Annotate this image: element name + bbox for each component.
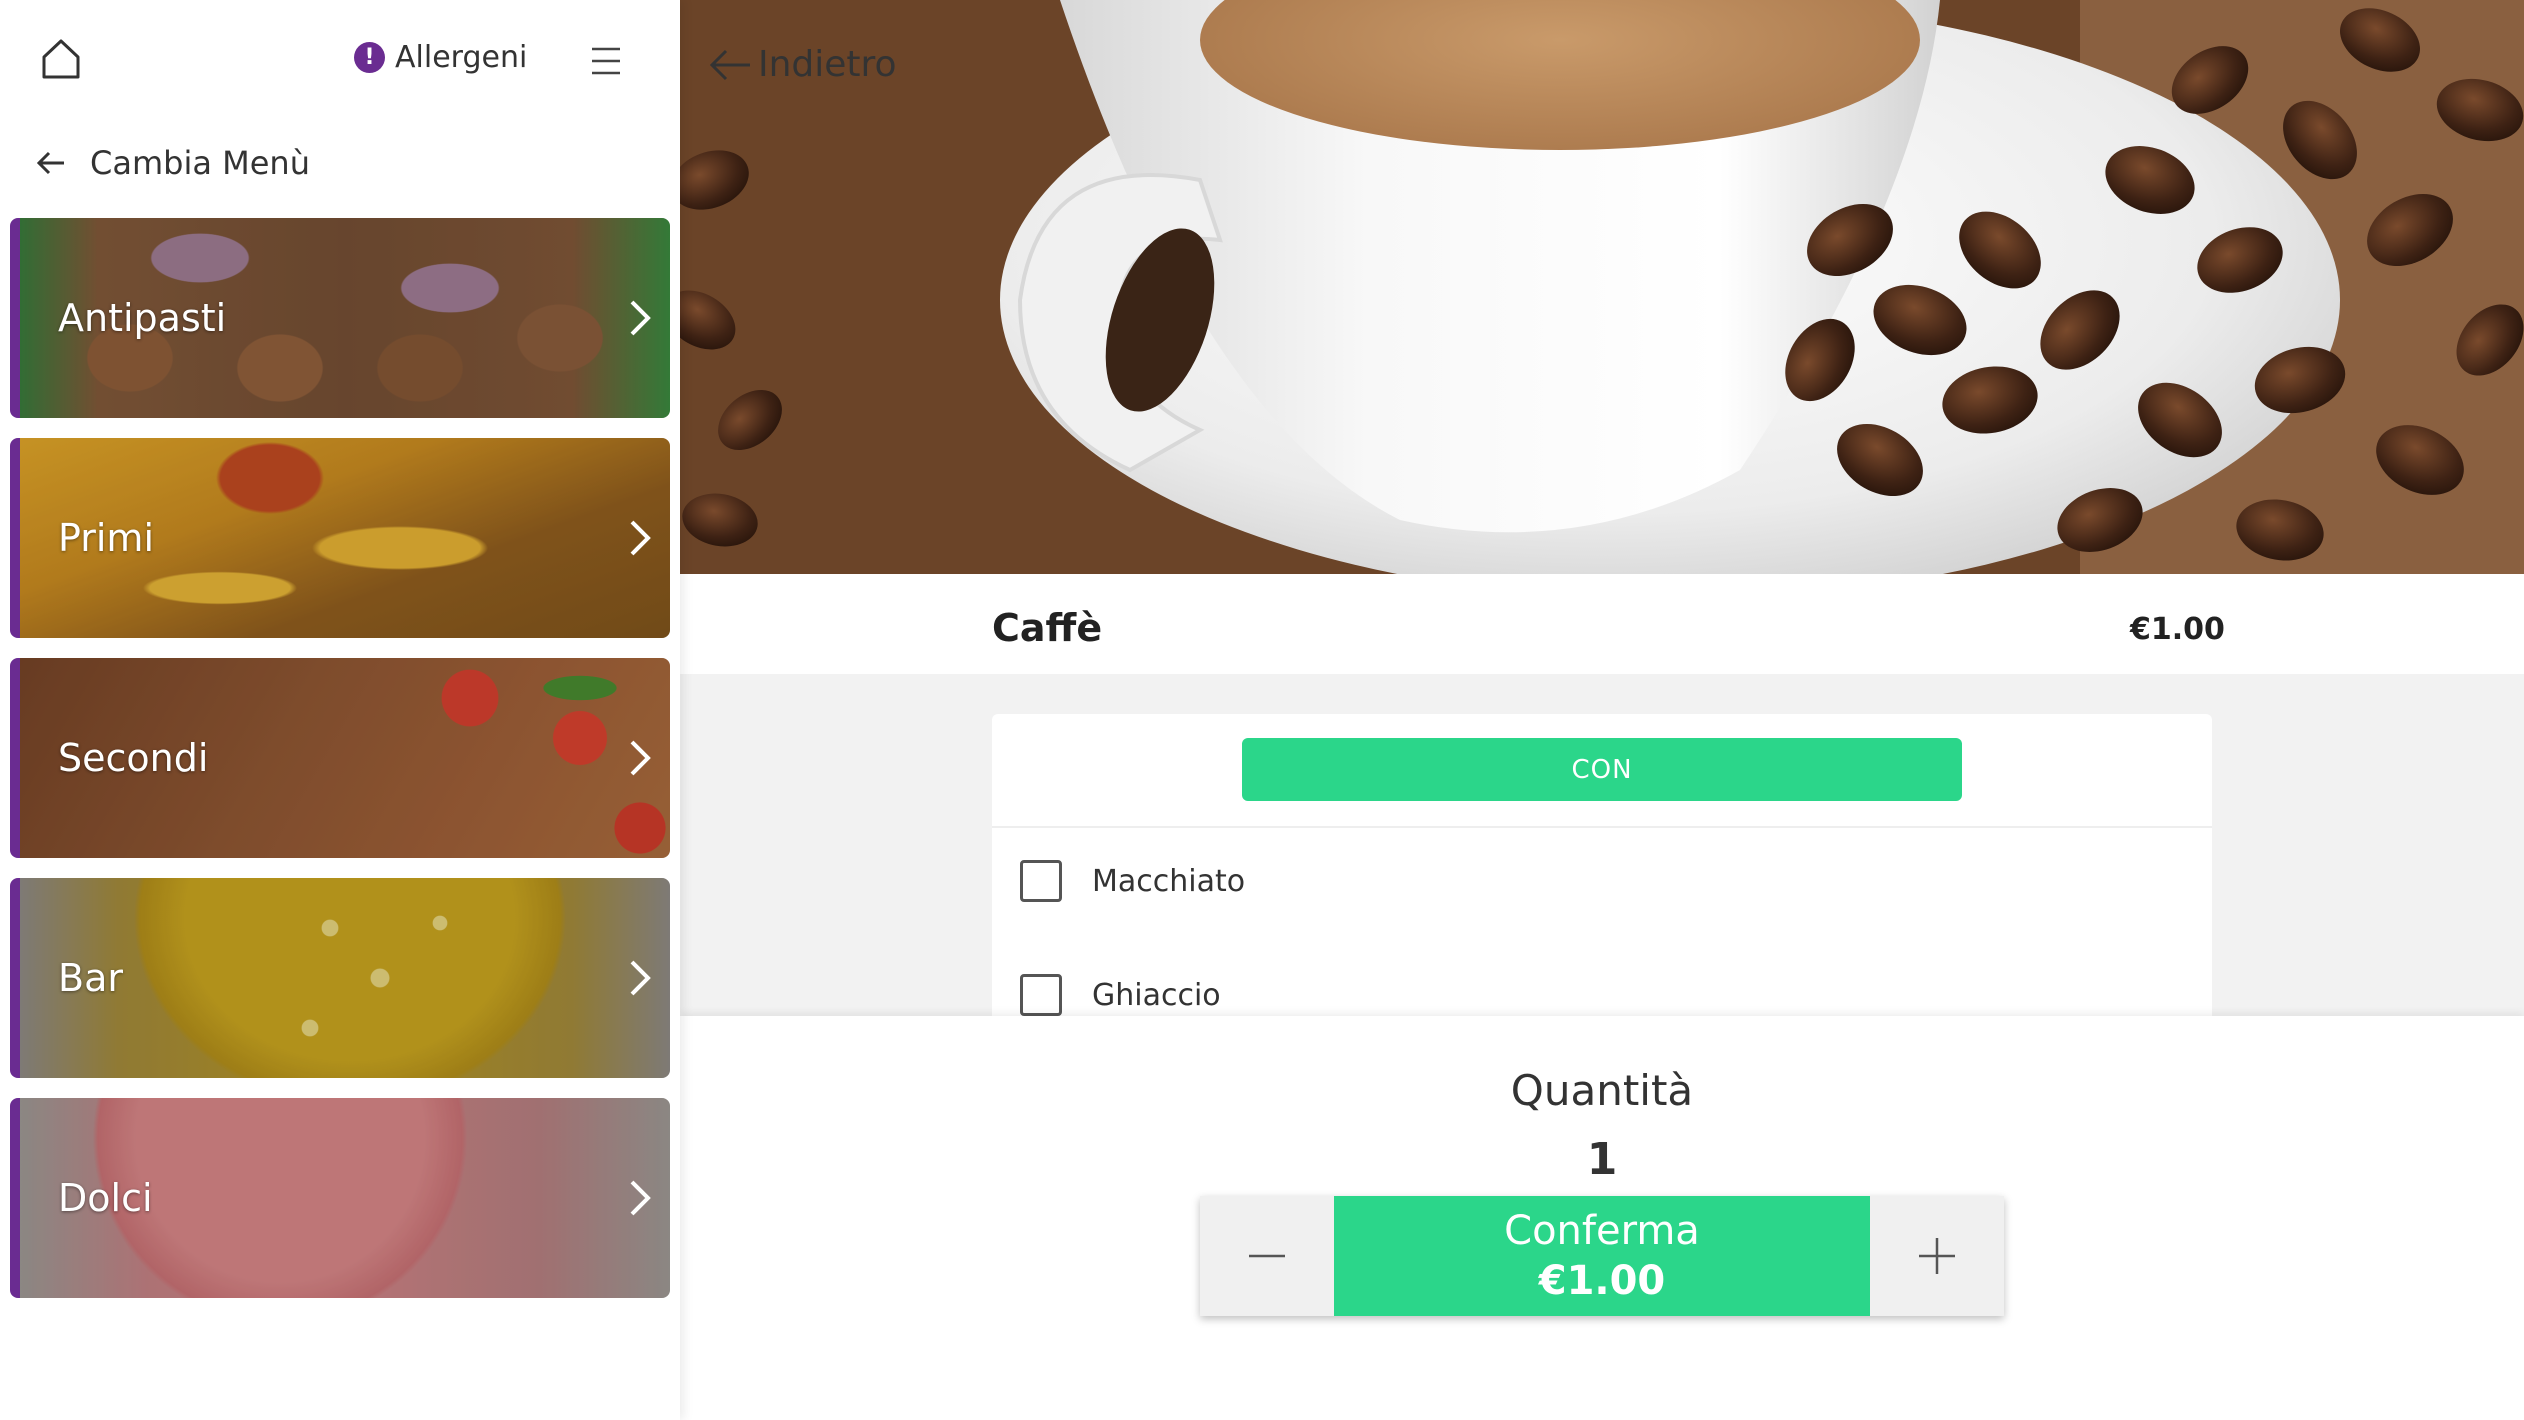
product-title-bar [680, 574, 2524, 674]
chevron-right-icon [630, 960, 651, 996]
product-name: Caffè [992, 606, 1103, 650]
option-label: Ghiaccio [1092, 977, 1221, 1013]
chevron-right-icon [630, 740, 651, 776]
chevron-right-icon [630, 300, 651, 336]
back-label: Indietro [758, 44, 897, 85]
home-icon [42, 39, 80, 79]
change-menu-link[interactable]: Cambia Menù [36, 144, 310, 182]
category-secondi[interactable]: Secondi [10, 658, 670, 858]
increase-button[interactable] [1870, 1196, 2004, 1316]
confirm-button[interactable]: Conferma €1.00 [1334, 1196, 1870, 1316]
decrease-button[interactable] [1200, 1196, 1334, 1316]
category-label: Bar [58, 956, 123, 1000]
home-button[interactable] [38, 36, 84, 82]
alert-icon: ! [354, 42, 385, 73]
option-macchiato[interactable]: Macchiato [1020, 860, 1245, 902]
menu-button[interactable] [588, 44, 624, 78]
checkbox[interactable] [1020, 860, 1062, 902]
confirm-label: Conferma [1504, 1208, 1700, 1254]
allergens-label: Allergeni [395, 40, 528, 75]
quantity-label: Quantità [1510, 1066, 1694, 1115]
category-label: Secondi [58, 736, 209, 780]
plus-icon [1919, 1238, 1955, 1274]
product-price: €1.00 [2130, 612, 2225, 647]
category-label: Primi [58, 516, 155, 560]
option-ghiaccio[interactable]: Ghiaccio [1020, 974, 1221, 1016]
category-dolci[interactable]: Dolci [10, 1098, 670, 1298]
hamburger-menu-icon [592, 47, 620, 75]
product-image [680, 0, 2524, 574]
option-label: Macchiato [1092, 863, 1246, 899]
category-antipasti[interactable]: Antipasti [10, 218, 670, 418]
quantity-value: 1 [1586, 1134, 1618, 1185]
coffee-cup-image [680, 0, 2524, 574]
category-label: Dolci [58, 1176, 153, 1220]
sidebar: ! Allergeni Cambia Menù Antipasti Primi [0, 0, 680, 1420]
arrow-left-icon [36, 151, 64, 175]
options-group-header: CON [1242, 738, 1962, 801]
category-primi[interactable]: Primi [10, 438, 670, 638]
minus-icon [1249, 1254, 1285, 1258]
chevron-right-icon [630, 520, 651, 556]
category-label: Antipasti [58, 296, 227, 340]
divider [992, 826, 2212, 828]
change-menu-label: Cambia Menù [90, 144, 310, 182]
checkbox[interactable] [1020, 974, 1062, 1016]
arrow-left-icon [709, 49, 750, 80]
back-button[interactable]: Indietro [708, 44, 897, 85]
chevron-right-icon [630, 1180, 651, 1216]
category-bar[interactable]: Bar [10, 878, 670, 1078]
quantity-stepper: Conferma €1.00 [1200, 1196, 2004, 1316]
confirm-price: €1.00 [1538, 1258, 1666, 1304]
allergens-button[interactable]: ! Allergeni [354, 40, 527, 75]
